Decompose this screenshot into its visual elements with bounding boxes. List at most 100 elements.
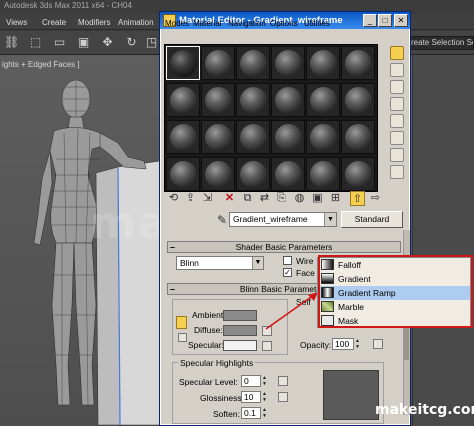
- sample-slot[interactable]: [306, 157, 340, 191]
- move-icon[interactable]: ✥: [100, 35, 115, 50]
- window-crossing-icon[interactable]: ▣: [76, 35, 91, 50]
- material-id-icon[interactable]: ◍: [292, 191, 307, 206]
- make-unique-icon[interactable]: ⇄: [257, 191, 272, 206]
- video-color-check-icon[interactable]: [390, 114, 404, 128]
- select-link-icon[interactable]: ⛓: [4, 35, 19, 50]
- highlight-curve-preview: [323, 370, 379, 420]
- sample-slot[interactable]: [166, 46, 200, 80]
- wireframe-figure: [33, 79, 160, 426]
- close-button[interactable]: ✕: [394, 14, 408, 27]
- shader-basic-rollout[interactable]: Shader Basic Parameters: [167, 241, 401, 253]
- sample-slot[interactable]: [201, 83, 235, 117]
- put-to-scene-icon[interactable]: ⇪: [183, 191, 198, 206]
- max-menu-modifiers[interactable]: Modifiers: [78, 18, 110, 27]
- sample-type-icon[interactable]: [390, 46, 404, 60]
- max-menu-views[interactable]: Views: [6, 18, 27, 27]
- material-name-field[interactable]: Gradient_wireframe: [229, 212, 337, 227]
- sample-slot[interactable]: [341, 120, 375, 154]
- soften-input[interactable]: 0.1: [241, 407, 261, 419]
- sample-slots-grid: [164, 44, 378, 192]
- make-copy-icon[interactable]: ⧉: [240, 191, 255, 206]
- opacity-label: Opacity:: [300, 340, 332, 350]
- lock-diffuse-specular-icon[interactable]: [178, 333, 187, 342]
- med-menu-utilities[interactable]: Utilities: [304, 19, 330, 28]
- reset-map-icon[interactable]: ✕: [222, 191, 237, 206]
- soften-spinner[interactable]: ▲ ▼: [261, 407, 268, 419]
- opacity-spinner[interactable]: ▲ ▼: [354, 338, 361, 350]
- specular-map-button[interactable]: [262, 341, 272, 351]
- sample-slot[interactable]: [236, 120, 270, 154]
- wire-checkbox[interactable]: [283, 256, 292, 265]
- med-menu-material[interactable]: Material: [193, 19, 221, 28]
- sample-slot[interactable]: [271, 83, 305, 117]
- select-by-material-icon[interactable]: [390, 165, 404, 179]
- background-checker-icon[interactable]: [390, 80, 404, 94]
- options-icon[interactable]: [390, 148, 404, 162]
- maximize-button[interactable]: □: [378, 14, 392, 27]
- scale-icon[interactable]: ◳: [144, 35, 159, 50]
- ambient-label: Ambient:: [192, 310, 226, 320]
- put-to-library-icon[interactable]: ⎘: [274, 191, 289, 206]
- go-forward-sibling-icon[interactable]: ⇨: [368, 191, 383, 206]
- med-menu-modes[interactable]: Modes: [165, 19, 189, 28]
- make-preview-icon[interactable]: [390, 131, 404, 145]
- show-end-result-icon[interactable]: ⊞: [328, 191, 343, 206]
- sample-slot[interactable]: [306, 83, 340, 117]
- chevron-down-icon[interactable]: ▼: [324, 213, 336, 226]
- show-map-in-viewport-icon[interactable]: ▣: [310, 191, 325, 206]
- max-menu-animation[interactable]: Animation: [118, 18, 154, 27]
- select-object-icon[interactable]: ⬚: [28, 35, 43, 50]
- sample-slot[interactable]: [271, 120, 305, 154]
- rollout-collapse-icon[interactable]: –: [170, 284, 175, 294]
- sample-slot[interactable]: [236, 157, 270, 191]
- selection-set-field[interactable]: reate Selection Se: [407, 36, 474, 50]
- sample-slot[interactable]: [166, 157, 200, 191]
- sample-slot[interactable]: [236, 83, 270, 117]
- specular-level-map-button[interactable]: [278, 376, 288, 386]
- sample-slot[interactable]: [166, 120, 200, 154]
- chevron-down-icon[interactable]: ▼: [252, 257, 263, 269]
- material-type-button[interactable]: Standard: [341, 211, 403, 228]
- sample-slot[interactable]: [201, 157, 235, 191]
- minimize-button[interactable]: _: [363, 14, 377, 27]
- shader-type-dropdown[interactable]: Blinn: [176, 256, 264, 270]
- sample-uv-tiling-icon[interactable]: [390, 97, 404, 111]
- diffuse-swatch[interactable]: [223, 325, 257, 336]
- backlight-icon[interactable]: [390, 63, 404, 77]
- med-menu-navigation[interactable]: Navigation: [228, 19, 266, 28]
- lock-ambient-diffuse-icon[interactable]: [176, 316, 187, 329]
- sample-slot[interactable]: [306, 120, 340, 154]
- glossiness-spinner[interactable]: ▲ ▼: [261, 391, 268, 403]
- rollout-collapse-icon[interactable]: –: [170, 242, 175, 252]
- sample-slot[interactable]: [166, 83, 200, 117]
- ambient-swatch[interactable]: [223, 310, 257, 321]
- sample-slot[interactable]: [201, 120, 235, 154]
- glossiness-map-button[interactable]: [278, 392, 288, 402]
- sample-slot[interactable]: [341, 46, 375, 80]
- sample-slot[interactable]: [306, 46, 340, 80]
- med-menu-options[interactable]: Options: [270, 19, 298, 28]
- sample-slot[interactable]: [201, 46, 235, 80]
- get-material-icon[interactable]: ⟲: [166, 191, 181, 206]
- soften-label: Soften:: [213, 409, 240, 419]
- max-menu-create[interactable]: Create: [42, 18, 66, 27]
- sample-slot[interactable]: [341, 157, 375, 191]
- rotate-icon[interactable]: ↻: [124, 35, 139, 50]
- select-region-icon[interactable]: ▭: [52, 35, 67, 50]
- assign-to-selection-icon[interactable]: ⇲: [200, 191, 215, 206]
- specular-level-spinner[interactable]: ▲ ▼: [261, 375, 268, 387]
- glossiness-input[interactable]: 10: [241, 391, 261, 403]
- opacity-input[interactable]: 100: [332, 338, 354, 350]
- sample-slot[interactable]: [341, 83, 375, 117]
- max-window-title: Autodesk 3ds Max 2011 x64 - CH04: [4, 1, 132, 10]
- specular-label: Specular:: [188, 340, 224, 350]
- sample-slot[interactable]: [271, 157, 305, 191]
- specular-level-input[interactable]: 0: [241, 375, 261, 387]
- sample-slot[interactable]: [271, 46, 305, 80]
- face-map-checkbox[interactable]: ✓: [283, 268, 292, 277]
- specular-swatch[interactable]: [223, 340, 257, 351]
- opacity-map-button[interactable]: [373, 339, 383, 349]
- pick-material-icon[interactable]: ✎: [217, 213, 227, 227]
- sample-slot[interactable]: [236, 46, 270, 80]
- go-to-parent-icon[interactable]: ⇧: [350, 191, 365, 206]
